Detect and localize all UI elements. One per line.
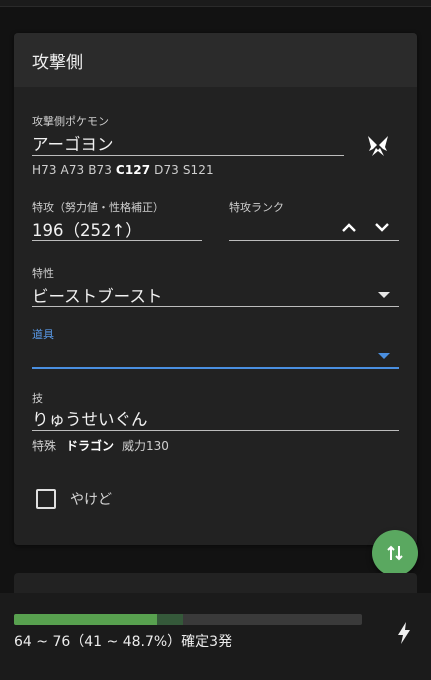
swap-vertical-icon: [387, 545, 403, 561]
move-type: ドラゴン: [66, 439, 115, 453]
move-category: 特殊: [32, 439, 57, 453]
pokemon-input[interactable]: アーゴヨン: [32, 131, 114, 155]
rank-underline: [229, 240, 399, 241]
spatk-input-underline: [32, 240, 202, 241]
flash-icon[interactable]: [394, 621, 414, 645]
pokemon-input-underline: [32, 155, 344, 156]
item-underline: [32, 367, 399, 369]
top-app-bar-edge: [0, 0, 431, 7]
damage-gauge-min: [14, 614, 157, 625]
ability-dropdown-icon[interactable]: [378, 292, 390, 298]
spatk-input[interactable]: 196（252↑）: [32, 217, 142, 241]
attacker-card: 攻撃側 攻撃側ポケモン アーゴヨン H73 A73 B73 C127 D73 S…: [14, 33, 417, 545]
pokemon-base-stats: H73 A73 B73 C127 D73 S121: [32, 163, 214, 177]
pokemon-type-icon[interactable]: [364, 132, 392, 160]
burn-label: やけど: [70, 492, 112, 508]
move-info: 特殊 ドラゴン 威力130: [32, 437, 169, 454]
spatk-field-label: 特攻（努力値・性格補正）: [32, 201, 164, 214]
card-header: 攻撃側: [14, 33, 417, 87]
chevron-up-icon[interactable]: [339, 218, 359, 236]
swap-sides-button[interactable]: [372, 530, 418, 576]
move-input[interactable]: りゅうせいぐん: [32, 406, 148, 430]
ability-underline: [32, 306, 399, 307]
damage-result-text: 64 ~ 76（41 ~ 48.7%）確定3発: [14, 634, 233, 650]
item-field-label: 道具: [32, 328, 54, 341]
attacker-title: 攻撃側: [32, 52, 83, 73]
ability-field-label: 特性: [32, 267, 54, 280]
move-field-label: 技: [32, 392, 43, 405]
damage-gauge: [14, 614, 362, 625]
rank-field-label: 特攻ランク: [229, 201, 284, 214]
move-power: 威力130: [122, 439, 169, 453]
ability-select[interactable]: ビーストブースト: [32, 283, 162, 307]
move-underline: [32, 430, 399, 431]
burn-checkbox[interactable]: [36, 489, 56, 509]
pokemon-field-label: 攻撃側ポケモン: [32, 115, 109, 128]
defender-card-peek: [14, 573, 417, 593]
chevron-down-icon[interactable]: [372, 218, 392, 236]
item-dropdown-icon[interactable]: [378, 353, 390, 359]
damage-gauge-range: [156, 614, 184, 625]
damage-result-bar: 64 ~ 76（41 ~ 48.7%）確定3発: [0, 593, 431, 680]
